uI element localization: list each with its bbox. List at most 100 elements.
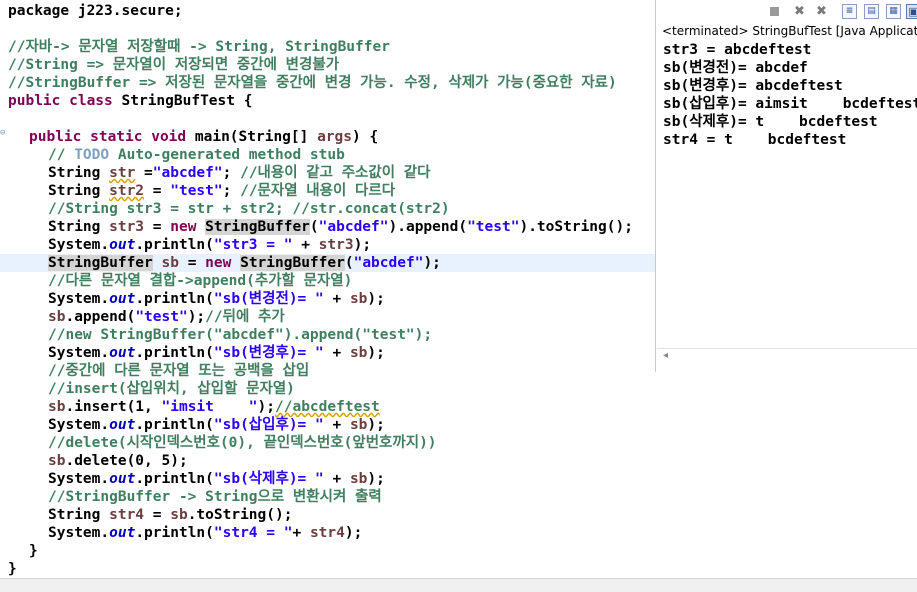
word-wrap-icon[interactable]: ▦ [886, 4, 901, 19]
code-token: ; [222, 165, 241, 181]
code-line[interactable]: //new StringBuffer("abcdef").append("tes… [0, 326, 655, 344]
pin-console-icon[interactable]: ▣ [906, 4, 917, 19]
code-token: StringBuffer [48, 255, 153, 271]
code-line[interactable]: sb.append("test");//뒤에 추가 [0, 308, 655, 326]
code-token: System. [48, 291, 110, 307]
code-line-text: System.out.println("sb(삽입후)= " + sb); [48, 416, 385, 434]
code-token: str3 [318, 237, 354, 253]
code-token: out [109, 345, 136, 361]
code-line[interactable]: String str ="abcdef"; //내용이 같고 주소값이 같다 [0, 164, 655, 182]
code-token: str2 [109, 183, 145, 199]
code-line[interactable]: System.out.println("str4 = "+ str4); [0, 524, 655, 542]
code-token: + [323, 417, 350, 433]
code-token: ).toString(); [519, 219, 633, 235]
code-line[interactable]: //insert(삽입위치, 삽입할 문자열) [0, 380, 655, 398]
code-line[interactable]: //String str3 = str + str2; //str.concat… [0, 200, 655, 218]
code-token: .append( [65, 309, 136, 325]
console-horizontal-scrollbar[interactable]: ◂ [657, 348, 917, 364]
code-token: TODO [74, 147, 110, 163]
scroll-lock-icon[interactable]: ▤ [864, 4, 879, 19]
code-line[interactable]: //다른 문자열 결합->append(추가할 문자열) [0, 272, 655, 290]
code-token: sb [349, 471, 368, 487]
code-token: System. [48, 345, 110, 361]
code-token: ); [423, 255, 441, 271]
code-line[interactable]: System.out.println("str3 = " + str3); [0, 236, 655, 254]
console-view[interactable]: ✖ ✖ ≡ ▤ ▦ ▣ <terminated> StringBufTest [Java … [655, 0, 917, 372]
code-token: + [292, 237, 319, 253]
code-token: + [323, 471, 350, 487]
code-line[interactable]: //String => 문자열이 저장되면 중간에 변경불가 [0, 56, 655, 74]
scroll-left-arrow-icon[interactable]: ◂ [663, 350, 668, 361]
remove-all-launches-icon[interactable]: ✖ [814, 4, 829, 19]
code-token: sb [48, 399, 66, 415]
code-line[interactable]: System.out.println("sb(변경후)= " + sb); [0, 344, 655, 362]
code-line[interactable]: } [0, 542, 655, 560]
code-line[interactable]: String str3 = new StringBuffer("abcdef")… [0, 218, 655, 236]
code-line[interactable]: String str2 = "test"; //문자열 내용이 다르다 [0, 182, 655, 200]
console-output-line: sb(변경전)= abcdef [663, 60, 808, 76]
clear-console-icon[interactable]: ≡ [842, 4, 857, 19]
code-token: .println( [135, 417, 214, 433]
code-token: ); [187, 309, 206, 325]
code-line[interactable] [0, 110, 655, 128]
code-line[interactable]: public static void main(String[] args) { [0, 128, 655, 146]
code-token: "test" [467, 219, 520, 235]
code-line[interactable]: //중간에 다른 문자열 또는 공백을 삽입 [0, 362, 655, 380]
code-line[interactable] [0, 20, 655, 38]
code-token: //StringBuffer => 저장된 문자열을 중간에 변경 가능. 수정… [8, 75, 617, 91]
code-token: out [109, 471, 136, 487]
remove-launch-icon[interactable]: ✖ [792, 4, 807, 19]
code-line[interactable]: //delete(시작인덱스번호(0), 끝인덱스번호(앞번호까지)) [0, 434, 655, 452]
code-token: ) { [352, 129, 379, 145]
code-token: "test" [170, 183, 223, 199]
code-token: .println( [135, 525, 214, 541]
code-token: main(String[] [194, 129, 318, 145]
code-token: "abcdef" [152, 165, 223, 181]
code-line[interactable]: //StringBuffer -> String으로 변환시켜 출력 [0, 488, 655, 506]
code-line[interactable]: sb.insert(1, "imsit ");//abcdeftest [0, 398, 655, 416]
code-token: System. [48, 417, 110, 433]
code-line[interactable]: } [0, 560, 655, 578]
code-token: "imsit " [161, 399, 258, 415]
code-line[interactable]: public class StringBufTest { [0, 92, 655, 110]
code-line[interactable]: sb.delete(0, 5); [0, 452, 655, 470]
terminate-icon[interactable] [770, 7, 779, 16]
code-token: String [48, 165, 110, 181]
code-token: System. [48, 525, 110, 541]
code-line[interactable]: //StringBuffer => 저장된 문자열을 중간에 변경 가능. 수정… [0, 74, 655, 92]
code-line-text: //String str3 = str + str2; //str.concat… [48, 200, 450, 218]
code-token: .toString(); [187, 507, 293, 523]
code-token: + [323, 291, 350, 307]
editor-horizontal-scrollbar[interactable] [0, 578, 917, 592]
code-line-text: // TODO Auto-generated method stub [48, 146, 345, 164]
code-line-text: //중간에 다른 문자열 또는 공백을 삽입 [48, 362, 309, 380]
code-token: = [144, 507, 171, 523]
code-token: //StringBuffer -> String으로 변환시켜 출력 [48, 489, 382, 505]
code-token: new [170, 219, 206, 235]
code-token: //내용이 같고 주소값이 같다 [240, 165, 431, 181]
code-line[interactable]: System.out.println("sb(변경전)= " + sb); [0, 290, 655, 308]
code-line[interactable]: System.out.println("sb(삽입후)= " + sb); [0, 416, 655, 434]
code-token: System. [48, 471, 110, 487]
code-token: = [144, 183, 171, 199]
code-line[interactable]: // TODO Auto-generated method stub [0, 146, 655, 164]
code-line[interactable]: System.out.println("sb(삭제후)= " + sb); [0, 470, 655, 488]
code-token: ( [309, 219, 319, 235]
code-token: String [48, 183, 110, 199]
code-line[interactable]: //자바-> 문자열 저장할때 -> String, StringBuffer [0, 38, 655, 56]
code-line[interactable]: StringBuffer sb = new StringBuffer("abcd… [0, 254, 655, 272]
console-output[interactable]: str3 = abcdeftest sb(변경전)= abcdef sb(변경후)=… [663, 41, 917, 149]
code-token: //문자열 내용이 다르다 [240, 183, 396, 199]
code-token: new [205, 255, 241, 271]
console-toolbar: ✖ ✖ ≡ ▤ ▦ ▣ [656, 0, 917, 22]
fold-collapse-icon[interactable]: ⊖ [0, 128, 8, 138]
code-line-text: sb.append("test");//뒤에 추가 [48, 308, 285, 326]
code-line-text: System.out.println("str4 = "+ str4); [48, 524, 362, 542]
code-token: .println( [135, 291, 214, 307]
java-code-editor[interactable]: package j223.secure; //자바-> 문자열 저장할때 -> S… [0, 0, 655, 578]
code-token: //자바-> 문자열 저장할때 -> String, StringBuffer [8, 39, 390, 55]
code-token: = [144, 219, 171, 235]
code-line[interactable]: package j223.secure; [0, 2, 655, 20]
code-token: "str3 = " [213, 237, 293, 253]
code-line[interactable]: String str4 = sb.toString(); [0, 506, 655, 524]
